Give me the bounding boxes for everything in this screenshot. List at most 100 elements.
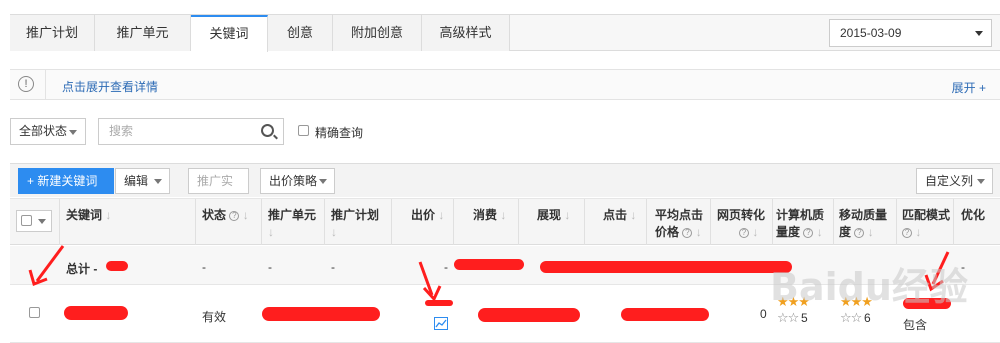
tab-creative[interactable]: 创意: [268, 15, 333, 51]
help-icon[interactable]: ?: [854, 228, 865, 238]
col-clicks[interactable]: 点击 ↓: [603, 207, 636, 224]
info-bar: ! 点击展开查看详情 展开 +: [10, 69, 1000, 100]
status-filter[interactable]: 全部状态: [10, 118, 86, 145]
divider: [772, 199, 773, 245]
help-icon[interactable]: ?: [902, 228, 912, 238]
help-icon[interactable]: ?: [682, 228, 693, 238]
col-impressions-label: 展现: [537, 208, 562, 222]
edit-label: 编辑: [124, 174, 149, 188]
row-status: 有效: [202, 310, 227, 324]
col-unit[interactable]: 推广单元 ↓: [268, 207, 316, 241]
sort-icon: ↓: [105, 208, 112, 222]
star-outline-icon: ☆☆: [777, 310, 799, 325]
col-bid[interactable]: 出价 ↓: [411, 207, 444, 224]
total-status: -: [202, 260, 206, 274]
bid-strategy-button[interactable]: 出价策略: [260, 168, 335, 194]
tab-keyword[interactable]: 关键词: [191, 15, 268, 52]
divider: [59, 199, 60, 245]
divider: [833, 199, 834, 245]
col-cost[interactable]: 消费 ↓: [473, 207, 506, 224]
new-keyword-button[interactable]: + 新建关键词: [18, 168, 114, 194]
divider: [391, 199, 392, 245]
col-bid-label: 出价: [411, 208, 436, 222]
select-all-checkbox[interactable]: [21, 215, 32, 226]
custom-columns-label: 自定义列: [925, 174, 974, 188]
chevron-down-icon: [38, 219, 46, 224]
col-clicks-label: 点击: [603, 208, 628, 222]
sort-icon: ↓: [564, 208, 571, 222]
star-outline-icon: ☆☆: [840, 310, 862, 325]
row-checkbox[interactable]: [29, 307, 40, 318]
divider: [518, 199, 519, 245]
col-plan[interactable]: 推广计划 ↓: [331, 207, 379, 241]
total-plan: -: [331, 260, 335, 274]
redaction-mark: [262, 307, 380, 321]
sort-icon: ↓: [500, 208, 507, 222]
search-placeholder: 搜索: [109, 124, 134, 138]
col-keyword[interactable]: 关键词 ↓: [66, 207, 111, 224]
promotion-preview-button[interactable]: 推广实况: [188, 168, 249, 212]
search-input[interactable]: 搜索: [98, 118, 284, 145]
sort-icon: ↓: [816, 225, 823, 239]
chevron-down-icon: [154, 179, 162, 184]
select-all-dropdown[interactable]: [16, 210, 52, 232]
col-keyword-label: 关键词: [66, 208, 103, 222]
sort-icon: ↓: [438, 208, 445, 222]
sort-icon: ↓: [752, 225, 759, 239]
redaction-mark: [621, 308, 709, 321]
col-status[interactable]: 状态 ? ↓: [202, 207, 249, 224]
sort-icon: ↓: [630, 208, 637, 222]
chevron-down-icon: [975, 31, 983, 36]
tab-advanced-style[interactable]: 高级样式: [422, 15, 510, 51]
bid-strategy-label: 出价策略: [269, 174, 318, 188]
col-pc-quality-label-1: 计算机质: [776, 208, 825, 222]
redaction-mark: [454, 259, 524, 270]
info-icon: !: [18, 76, 34, 92]
sort-icon: ↓: [867, 225, 874, 239]
date-value: 2015-03-09: [840, 26, 902, 40]
trend-chart-icon[interactable]: [434, 317, 448, 330]
expand-link[interactable]: 展开 +: [952, 79, 986, 96]
status-filter-value: 全部状态: [19, 124, 68, 138]
col-optimize[interactable]: 优化: [961, 207, 985, 224]
edit-button[interactable]: 编辑: [115, 168, 170, 194]
total-bid: -: [444, 260, 448, 274]
search-icon[interactable]: [261, 124, 274, 137]
divider: [453, 199, 454, 245]
total-label: 总计 -: [66, 262, 98, 276]
col-pc-quality[interactable]: 计算机质量度 ? ↓: [776, 207, 824, 241]
col-avg-price-label-1: 平均点击: [655, 208, 704, 222]
help-icon[interactable]: ?: [803, 228, 814, 238]
chevron-down-icon: [69, 130, 77, 135]
row-web-conversion: 0: [760, 307, 767, 321]
tab-extra-creative[interactable]: 附加创意: [333, 15, 422, 51]
col-mobile-quality-label-1: 移动质量: [839, 208, 888, 222]
redaction-mark: [540, 261, 792, 273]
col-status-label: 状态: [202, 208, 227, 222]
exact-search-label: 精确查询: [315, 126, 364, 140]
date-select[interactable]: 2015-03-09: [829, 19, 992, 47]
divider: [953, 199, 954, 245]
redaction-mark: [64, 306, 128, 320]
pc-quality-value: 5: [800, 311, 808, 325]
help-icon[interactable]: ?: [229, 211, 240, 221]
col-cost-label: 消费: [473, 208, 498, 222]
divider: [324, 199, 325, 245]
col-impressions[interactable]: 展现 ↓: [537, 207, 570, 224]
tab-plan[interactable]: 推广计划: [10, 15, 95, 51]
col-mobile-quality[interactable]: 移动质量度 ? ↓: [839, 207, 887, 241]
col-match-mode-label: 匹配模式: [902, 208, 951, 222]
col-pc-quality-label-2: 量度: [776, 225, 801, 239]
divider: [584, 199, 585, 245]
col-avg-price[interactable]: 平均点击 价格 ? ↓: [655, 207, 703, 241]
exact-search-checkbox[interactable]: [298, 125, 309, 136]
expand-details-link[interactable]: 点击展开查看详情: [62, 78, 158, 95]
col-unit-label: 推广单元: [268, 208, 317, 222]
sort-icon: ↓: [915, 225, 922, 239]
col-web-conversion[interactable]: 网页转化? ↓: [717, 207, 765, 241]
help-icon[interactable]: ?: [739, 228, 749, 238]
total-unit: -: [268, 260, 272, 274]
custom-columns-button[interactable]: 自定义列: [916, 168, 993, 194]
col-match-mode[interactable]: 匹配模式? ↓: [902, 207, 950, 241]
tab-unit[interactable]: 推广单元: [95, 15, 191, 51]
